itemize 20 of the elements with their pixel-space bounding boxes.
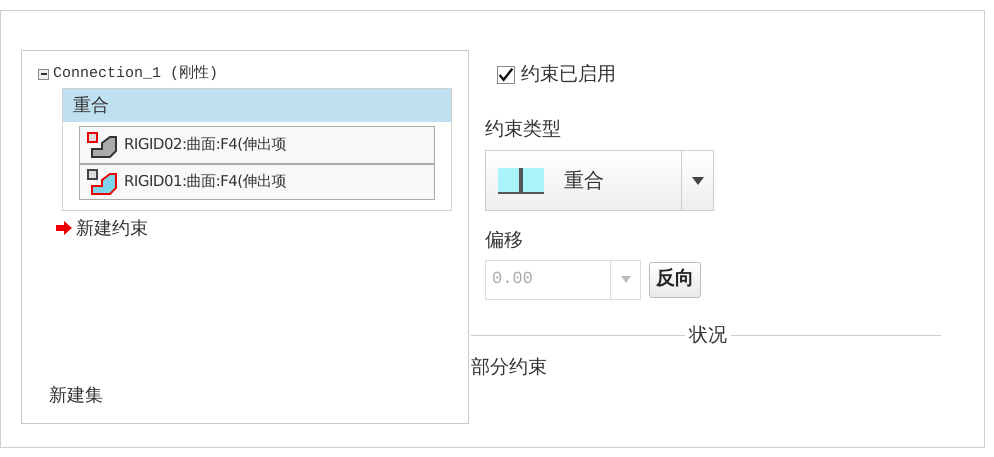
status-text: 部分约束 [471,356,547,380]
constraint-type-dropdown[interactable]: 重合 [485,150,714,211]
constraint-item[interactable]: 重合 [63,88,451,122]
dropdown-value: 重合 [564,168,605,194]
collapse-icon[interactable] [38,68,49,80]
part-icon [86,130,120,158]
coincident-icon [498,168,544,194]
field-label: 偏移 [485,229,523,253]
arrow-icon [56,221,72,235]
caret-icon [692,176,704,184]
flip-button[interactable]: 反向 [649,262,701,298]
section-title: 状况 [688,324,728,348]
new-constraint-link[interactable]: 新建约束 [76,214,148,242]
new-set-link[interactable]: 新建集 [49,382,103,409]
caret-icon [620,276,630,283]
part-icon [86,168,120,196]
field-label: 约束类型 [485,118,561,142]
checkbox[interactable] [497,66,515,84]
connection-label[interactable]: Connection_1 (刚性) [53,63,218,86]
checkbox-label: 约束已启用 [521,63,616,87]
